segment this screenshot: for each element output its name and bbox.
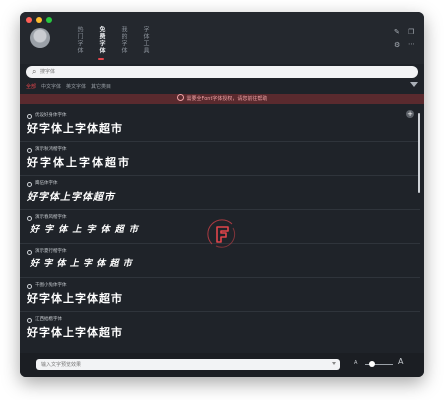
font-preview: 好字体上字体超市 xyxy=(27,122,123,135)
font-list-item[interactable]: 江西拙楷字体 好字体上字体超市 xyxy=(20,311,420,345)
minimize-window-button[interactable] xyxy=(36,17,42,23)
banner-text: 需要全Font字体授权，请您前往帮助 xyxy=(186,96,268,102)
filter-english-fonts[interactable]: 英文字体 xyxy=(66,83,86,90)
font-select-radio[interactable] xyxy=(27,250,32,255)
font-select-radio[interactable] xyxy=(27,216,32,221)
main-tabs: 热门字体 免费字体 我的字体 字体工具 xyxy=(68,24,156,60)
window-controls xyxy=(26,17,52,23)
font-name: 江西拙楷字体 xyxy=(35,317,62,322)
active-tab-indicator xyxy=(98,58,104,60)
close-window-button[interactable] xyxy=(26,17,32,23)
font-list-item[interactable]: 演示秋鸿楷字体 好字体上字体超市 xyxy=(20,141,420,176)
tab-free-fonts[interactable]: 免费字体 xyxy=(90,24,112,60)
font-select-radio[interactable] xyxy=(27,148,32,153)
font-select-radio[interactable] xyxy=(27,318,32,323)
font-preview: 好字体上字体超市 xyxy=(27,156,131,169)
font-select-radio[interactable] xyxy=(27,182,32,187)
tab-my-fonts[interactable]: 我的字体 xyxy=(112,24,134,60)
font-preview: 好 字 体 上 字 体 超 市 xyxy=(30,258,133,268)
list-scrollbar[interactable] xyxy=(418,113,420,193)
font-preview: 好字体上字体超市 xyxy=(27,292,123,305)
filter-other-categories[interactable]: 其它类目 xyxy=(91,83,111,90)
font-name: 千图小兔体字体 xyxy=(35,283,67,288)
filter-chinese-fonts[interactable]: 中文字体 xyxy=(41,83,61,90)
more-icon[interactable]: ⋯ xyxy=(408,40,415,48)
font-list-item[interactable]: 鹰伍体字体 好字体上字体超市 xyxy=(20,175,420,210)
font-preview: 好 字 体 上 字 体 超 市 xyxy=(30,225,139,235)
user-avatar[interactable] xyxy=(30,28,50,48)
font-select-radio[interactable] xyxy=(27,284,32,289)
font-list-item[interactable]: 千图小兔体字体 好字体上字体超市 xyxy=(20,277,420,312)
font-name: 演示秋鸿楷字体 xyxy=(35,147,67,152)
font-preview: 好字体上字体超市 xyxy=(27,192,115,203)
filter-all[interactable]: 全部 xyxy=(26,83,36,90)
info-icon xyxy=(176,94,184,101)
font-size-slider-handle[interactable] xyxy=(369,361,375,367)
search-bar[interactable]: ⌕ xyxy=(26,66,418,78)
zoom-window-button[interactable] xyxy=(46,17,52,23)
tab-label: 免费字体 xyxy=(98,26,105,54)
gear-icon[interactable]: ⚙ xyxy=(394,41,400,49)
font-name: 演示春风楷字体 xyxy=(35,215,67,220)
font-list-item[interactable]: 优设好身体字体 好字体上字体超市 + xyxy=(20,107,420,142)
category-filters: 全部 中文字体 英文字体 其它类目 xyxy=(26,83,111,90)
app-window: 热门字体 免费字体 我的字体 字体工具 ✎ ❐ ⚙ ⋯ ⌕ 全部 中文字体 英文… xyxy=(20,12,424,377)
font-size-small-label: A xyxy=(354,360,358,366)
tab-label: 我的字体 xyxy=(120,26,127,54)
tab-label: 字体工具 xyxy=(142,26,149,54)
header-bar: 热门字体 免费字体 我的字体 字体工具 ✎ ❐ ⚙ ⋯ xyxy=(20,12,424,64)
font-size-large-label: A xyxy=(398,357,404,366)
tab-font-tools[interactable]: 字体工具 xyxy=(134,24,156,60)
tab-label: 热门字体 xyxy=(76,26,83,54)
font-name: 鹰伍体字体 xyxy=(35,181,58,186)
loading-logo-icon xyxy=(207,219,236,248)
tab-popular-fonts[interactable]: 热门字体 xyxy=(68,24,90,60)
font-name: 优设好身体字体 xyxy=(35,113,67,118)
chevron-down-icon[interactable] xyxy=(332,362,336,365)
font-preview: 好字体上字体超市 xyxy=(27,326,123,339)
search-input[interactable] xyxy=(40,67,340,77)
footer-bar: A A xyxy=(20,353,424,377)
add-font-button[interactable]: + xyxy=(406,110,414,118)
preview-text-field[interactable] xyxy=(36,359,340,370)
edit-icon[interactable]: ✎ xyxy=(394,28,400,36)
license-notice-banner[interactable]: 需要全Font字体授权，请您前往帮助 xyxy=(20,94,424,104)
search-icon: ⌕ xyxy=(32,67,37,76)
font-select-radio[interactable] xyxy=(27,114,32,119)
preview-text-input[interactable] xyxy=(41,360,321,369)
font-name: 演示夏行楷字体 xyxy=(35,249,67,254)
filter-funnel-icon[interactable] xyxy=(410,82,418,87)
copy-icon[interactable]: ❐ xyxy=(408,28,414,36)
